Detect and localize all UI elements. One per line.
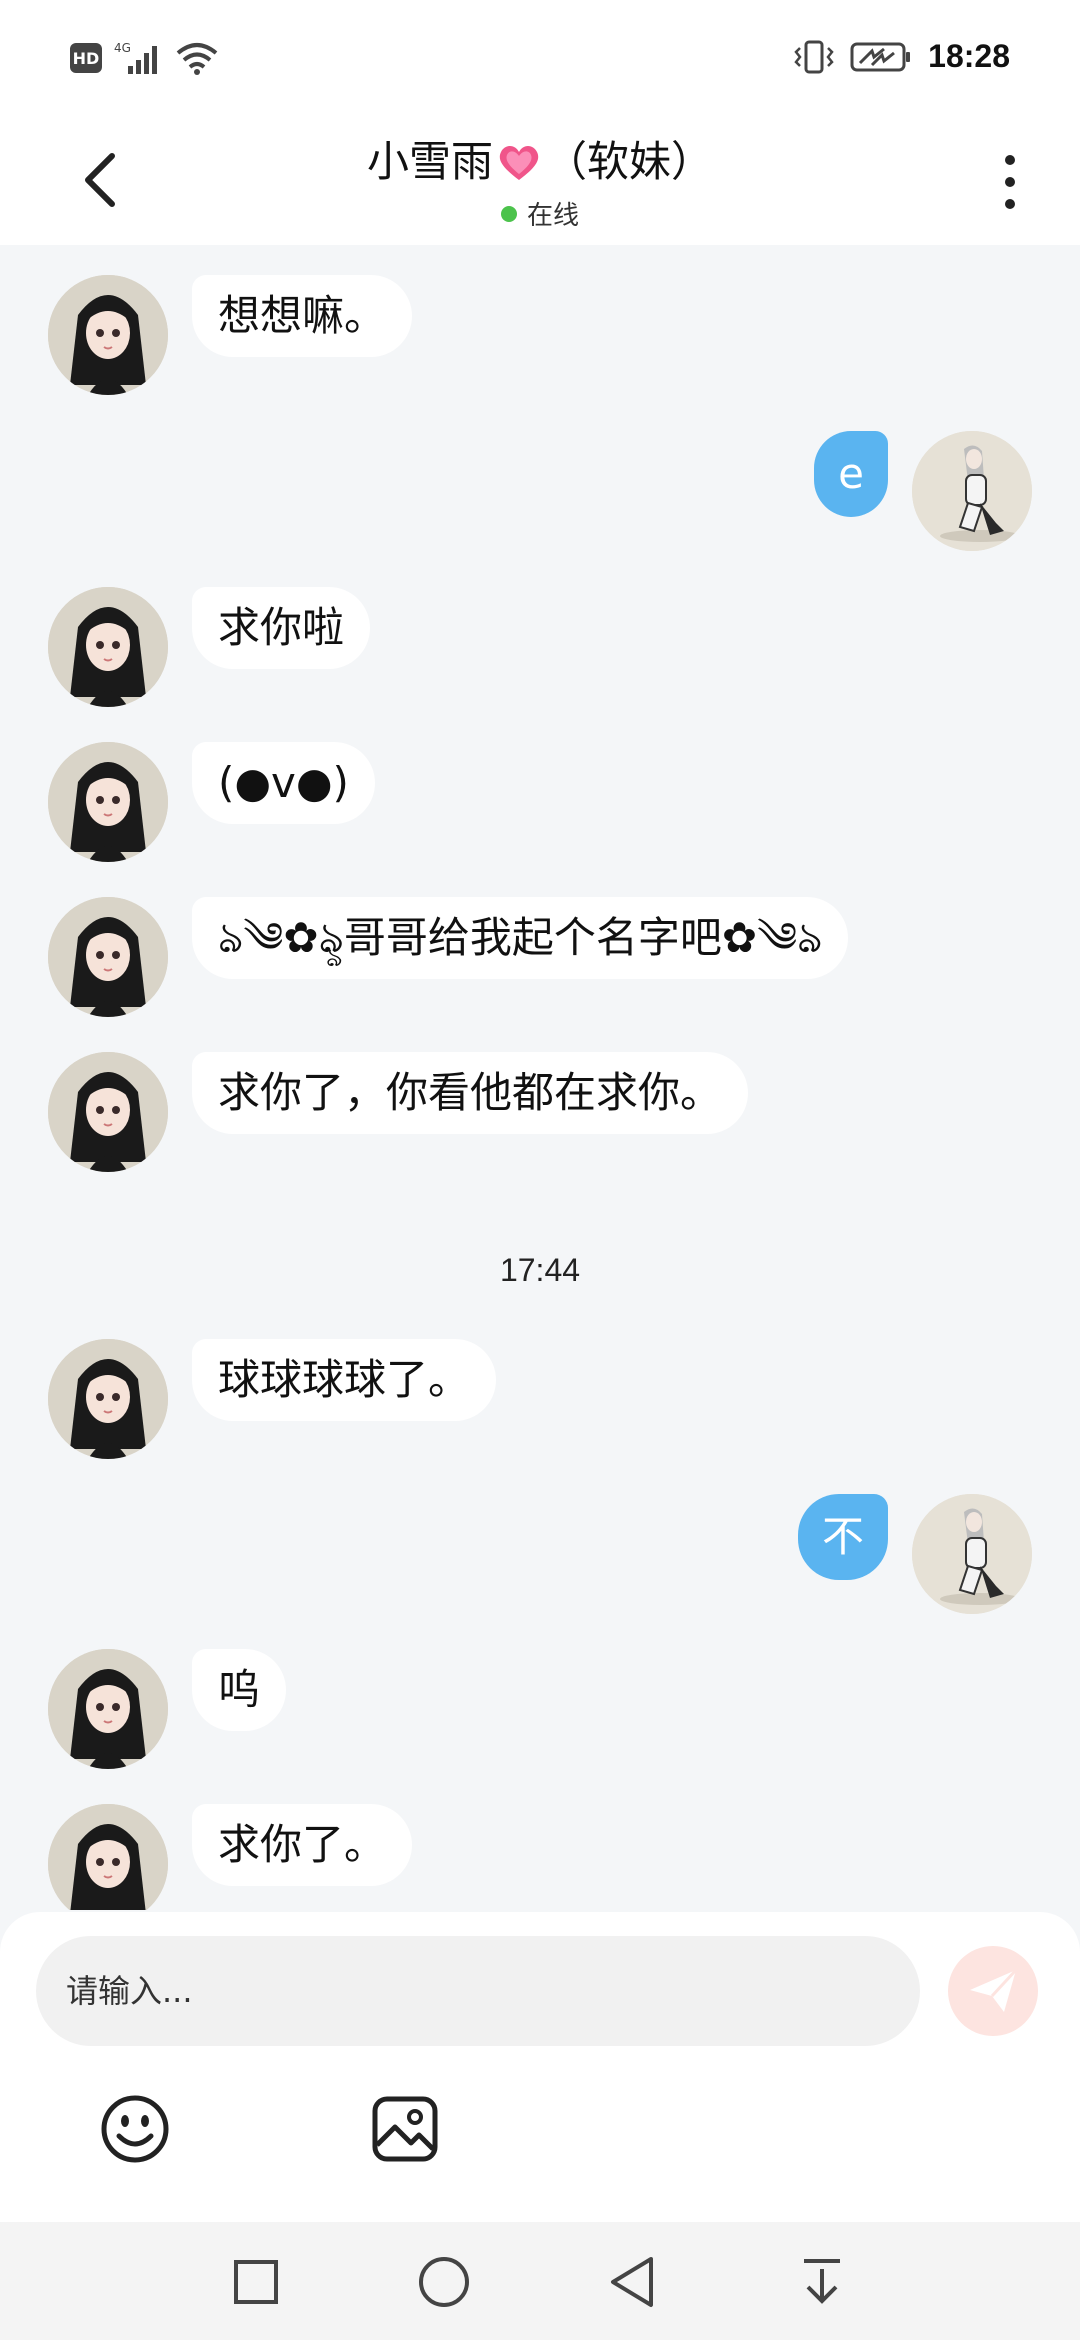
pull-down-icon [804, 2259, 840, 2304]
avatar-image [48, 897, 168, 1017]
avatar-image [48, 1339, 168, 1459]
status-time: 18:28 [928, 38, 1010, 74]
message-item: 不 [0, 1494, 1080, 1614]
paper-plane-icon [970, 1968, 1018, 2012]
image-icon [372, 2096, 438, 2162]
message-input[interactable] [36, 1936, 920, 2046]
avatar-image [48, 1052, 168, 1172]
wifi-icon [176, 43, 218, 75]
battery-icon [850, 42, 911, 71]
message-bubble[interactable]: 求你啦 [192, 587, 371, 669]
chat-title-suffix: （软妹） [545, 137, 714, 186]
message-item: 呜 [0, 1649, 1080, 1769]
network-type-label: 4G [114, 41, 131, 55]
message-bubble[interactable]: 求你了，你看他都在求你。 [192, 1052, 749, 1134]
system-nav-bar [0, 2222, 1080, 2340]
message-bubble-sent[interactable]: 不 [797, 1494, 888, 1580]
message-item: ঌ༄✿ৡ哥哥给我起个名字吧✿༄ঌ [0, 897, 1080, 1017]
avatar-image [912, 1494, 1032, 1614]
more-dot [1005, 155, 1015, 165]
triangle-back-icon [611, 2257, 653, 2307]
home-button[interactable] [414, 2252, 474, 2312]
online-dot [500, 205, 517, 222]
status-left: HD 4G [70, 40, 218, 76]
avatar-image [48, 1649, 168, 1769]
contact-avatar[interactable] [48, 1339, 168, 1459]
message-timestamp: 17:44 [499, 1252, 581, 1288]
message-bubble[interactable]: 球球球球了。 [192, 1339, 497, 1421]
input-bar [0, 1912, 1080, 2222]
contact-avatar[interactable] [48, 587, 168, 707]
message-list[interactable]: 想想嘛。 e 求你啦 (●v●) ঌ༄✿ৡ哥哥给我起个名字吧✿༄ঌ 求你了，你看… [0, 245, 1080, 1910]
contact-avatar[interactable] [48, 1804, 168, 1910]
message-bubble-sent[interactable]: e [814, 431, 888, 517]
recents-button[interactable] [226, 2252, 286, 2312]
smiley-icon [101, 2095, 169, 2163]
more-dot [1005, 177, 1015, 187]
avatar-image [912, 431, 1032, 551]
image-button[interactable] [368, 2092, 442, 2166]
status-right: 18:28 [794, 38, 1010, 75]
title-wrap: 小雪雨 （软妹） 在线 [0, 128, 1080, 232]
message-bubble[interactable]: 呜 [192, 1649, 287, 1731]
message-item: 球球球球了。 [0, 1339, 1080, 1459]
emoji-button[interactable] [98, 2092, 172, 2166]
chat-header: 小雪雨 （软妹） 在线 [0, 120, 1080, 245]
message-bubble[interactable]: 求你了。 [192, 1804, 413, 1886]
contact-avatar[interactable] [48, 1649, 168, 1769]
avatar-image [48, 275, 168, 395]
online-status: 在线 [0, 195, 1080, 232]
chat-title-name: 小雪雨 [366, 137, 493, 186]
self-avatar[interactable] [912, 1494, 1032, 1614]
message-bubble[interactable]: 想想嘛。 [192, 275, 413, 357]
hd-badge: HD [70, 43, 102, 73]
online-label: 在线 [526, 201, 579, 231]
square-icon [234, 2260, 278, 2304]
send-button[interactable] [948, 1946, 1038, 2036]
avatar-image [48, 587, 168, 707]
chat-title: 小雪雨 （软妹） [0, 128, 1080, 189]
self-avatar[interactable] [912, 431, 1032, 551]
message-bubble[interactable]: (●v●) [192, 742, 375, 824]
contact-avatar[interactable] [48, 897, 168, 1017]
avatar-image [48, 1804, 168, 1910]
contact-avatar[interactable] [48, 275, 168, 395]
contact-avatar[interactable] [48, 742, 168, 862]
avatar-image [48, 742, 168, 862]
more-dot [1005, 199, 1015, 209]
message-item: 求你了，你看他都在求你。 [0, 1052, 1080, 1172]
contact-avatar[interactable] [48, 1052, 168, 1172]
message-item: (●v●) [0, 742, 1080, 862]
message-bubble[interactable]: ঌ༄✿ৡ哥哥给我起个名字吧✿༄ঌ [192, 897, 849, 979]
back-nav-button[interactable] [602, 2252, 662, 2312]
message-item: 想想嘛。 [0, 275, 1080, 395]
status-bar: HD 4G 18:28 [0, 0, 1080, 120]
more-options-button[interactable] [990, 142, 1030, 222]
notification-shade-button[interactable] [792, 2252, 852, 2312]
circle-icon [419, 2257, 469, 2307]
message-item: e [0, 431, 1080, 551]
message-item: 求你了。 [0, 1804, 1080, 1910]
vibrate-icon [794, 40, 834, 73]
signal-icon: 4G [114, 41, 157, 74]
heart-icon [499, 146, 539, 180]
message-item: 求你啦 [0, 587, 1080, 707]
